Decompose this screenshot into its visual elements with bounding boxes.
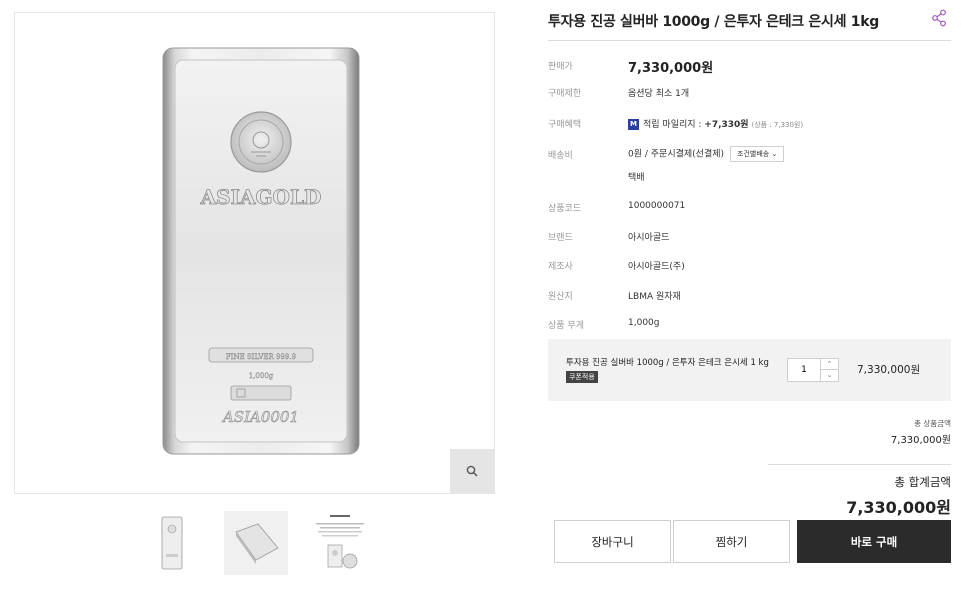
main-product-image[interactable]: ASIAGOLD FINE SILVER 999.9 1,000g ASIA00… [14, 12, 495, 494]
chevron-up-icon: ⌃ [826, 360, 833, 368]
option-name: 투자용 진공 실버바 1000g / 은투자 은테크 은시세 1 kg [566, 358, 769, 368]
divider [768, 464, 951, 465]
option-price: 7,330,000원 [857, 364, 921, 376]
code-row: 상품코드 1000000071 [548, 201, 951, 215]
title-row: 투자용 진공 실버바 1000g / 은투자 은테크 은시세 1kg [548, 9, 951, 41]
quantity-increase-button[interactable]: ⌃ [820, 359, 838, 370]
wish-button[interactable]: 찜하기 [673, 520, 790, 563]
product-total-label: 총 상품금액 [914, 419, 951, 428]
benefit-text: 적립 마일리지 : [643, 120, 705, 130]
thumbnail-package[interactable] [308, 511, 372, 575]
coupon-badge[interactable]: 쿠폰적용 [566, 370, 598, 383]
quantity-decrease-button[interactable]: ⌄ [820, 370, 838, 381]
origin-value: LBMA 원자재 [628, 292, 681, 302]
product-title: 투자용 진공 실버바 1000g / 은투자 은테크 은시세 1kg [548, 14, 879, 30]
limit-value: 옵션당 최소 1개 [628, 89, 690, 99]
origin-label: 원산지 [548, 292, 573, 302]
maker-label: 제조사 [548, 262, 573, 272]
bar-fine-text: FINE SILVER 999.9 [226, 353, 296, 361]
shipping-value-wrap: 0원 / 주문시결제(선결제) 조건별배송 ⌄ [628, 146, 785, 162]
shipping-method-row: 택배 [548, 170, 951, 184]
bar-brand-text: ASIAGOLD [200, 185, 322, 209]
price-value: 7,330,000원 [628, 61, 714, 76]
shipping-value: 0원 / 주문시결제(선결제) [628, 149, 725, 160]
maker-row: 제조사 아시아골드(주) [548, 259, 951, 273]
grand-total-value: 7,330,000원 [846, 498, 951, 517]
code-value: 1000000071 [628, 201, 686, 211]
price-row: 판매가 7,330,000원 [548, 57, 951, 76]
benefit-value: M 적립 마일리지 : +7,330원 (상품 : 7,330원) [628, 117, 803, 130]
product-total-value: 7,330,000원 [890, 435, 951, 446]
limit-label: 구매제한 [548, 89, 582, 99]
option-name-wrap: 투자용 진공 실버바 1000g / 은투자 은테크 은시세 1 kg 쿠폰적용 [566, 356, 781, 384]
benefit-row: 구매혜택 M 적립 마일리지 : +7,330원 (상품 : 7,330원) [548, 117, 951, 131]
weight-value: 1,000g [628, 318, 660, 328]
grand-total: 총 합계금액 7,330,000원 [846, 474, 951, 518]
share-icon [932, 9, 946, 27]
product-total: 총 상품금액 7,330,000원 [891, 418, 951, 446]
brand-row: 브랜드 아시아골드 [548, 230, 951, 244]
maker-value: 아시아골드(주) [628, 262, 685, 272]
conditional-shipping-button[interactable]: 조건별배송 ⌄ [730, 146, 785, 162]
benefit-label: 구매혜택 [548, 120, 582, 130]
shipping-label: 배송비 [548, 151, 573, 161]
grand-total-label: 총 합계금액 [894, 475, 951, 489]
bar-weight-text: 1,000g [249, 372, 274, 380]
search-icon [466, 465, 478, 477]
code-label: 상품코드 [548, 204, 582, 214]
mileage-badge-icon: M [628, 119, 639, 130]
thumbnail-angle[interactable] [224, 511, 288, 575]
cart-button[interactable]: 장바구니 [554, 520, 671, 563]
benefit-note: (상품 : 7,330원) [751, 121, 804, 129]
price-label: 판매가 [548, 62, 573, 72]
brand-value: 아시아골드 [628, 233, 670, 243]
share-button[interactable] [931, 9, 949, 29]
weight-row: 상품 무게 1,000g [548, 318, 951, 332]
origin-row: 원산지 LBMA 원자재 [548, 289, 951, 303]
shipping-row: 배송비 0원 / 주문시결제(선결제) 조건별배송 ⌄ [548, 146, 951, 162]
silver-bar-image: ASIAGOLD FINE SILVER 999.9 1,000g ASIA00… [161, 46, 361, 456]
quantity-stepper[interactable]: ⌃ ⌄ [787, 358, 839, 382]
bar-bottom-text: ASIA0001 [221, 408, 299, 426]
zoom-button[interactable] [450, 449, 494, 493]
limit-row: 구매제한 옵션당 최소 1개 [548, 86, 951, 100]
quantity-input[interactable] [788, 359, 820, 381]
benefit-amount: +7,330원 [704, 120, 749, 130]
thumbnail-front[interactable] [140, 511, 204, 575]
shipping-method: 택배 [628, 173, 645, 183]
buy-now-button[interactable]: 바로 구매 [797, 520, 951, 563]
weight-label: 상품 무게 [548, 321, 584, 331]
thumbnail-list [140, 511, 372, 575]
chevron-down-icon: ⌄ [826, 371, 833, 379]
brand-label: 브랜드 [548, 233, 573, 243]
